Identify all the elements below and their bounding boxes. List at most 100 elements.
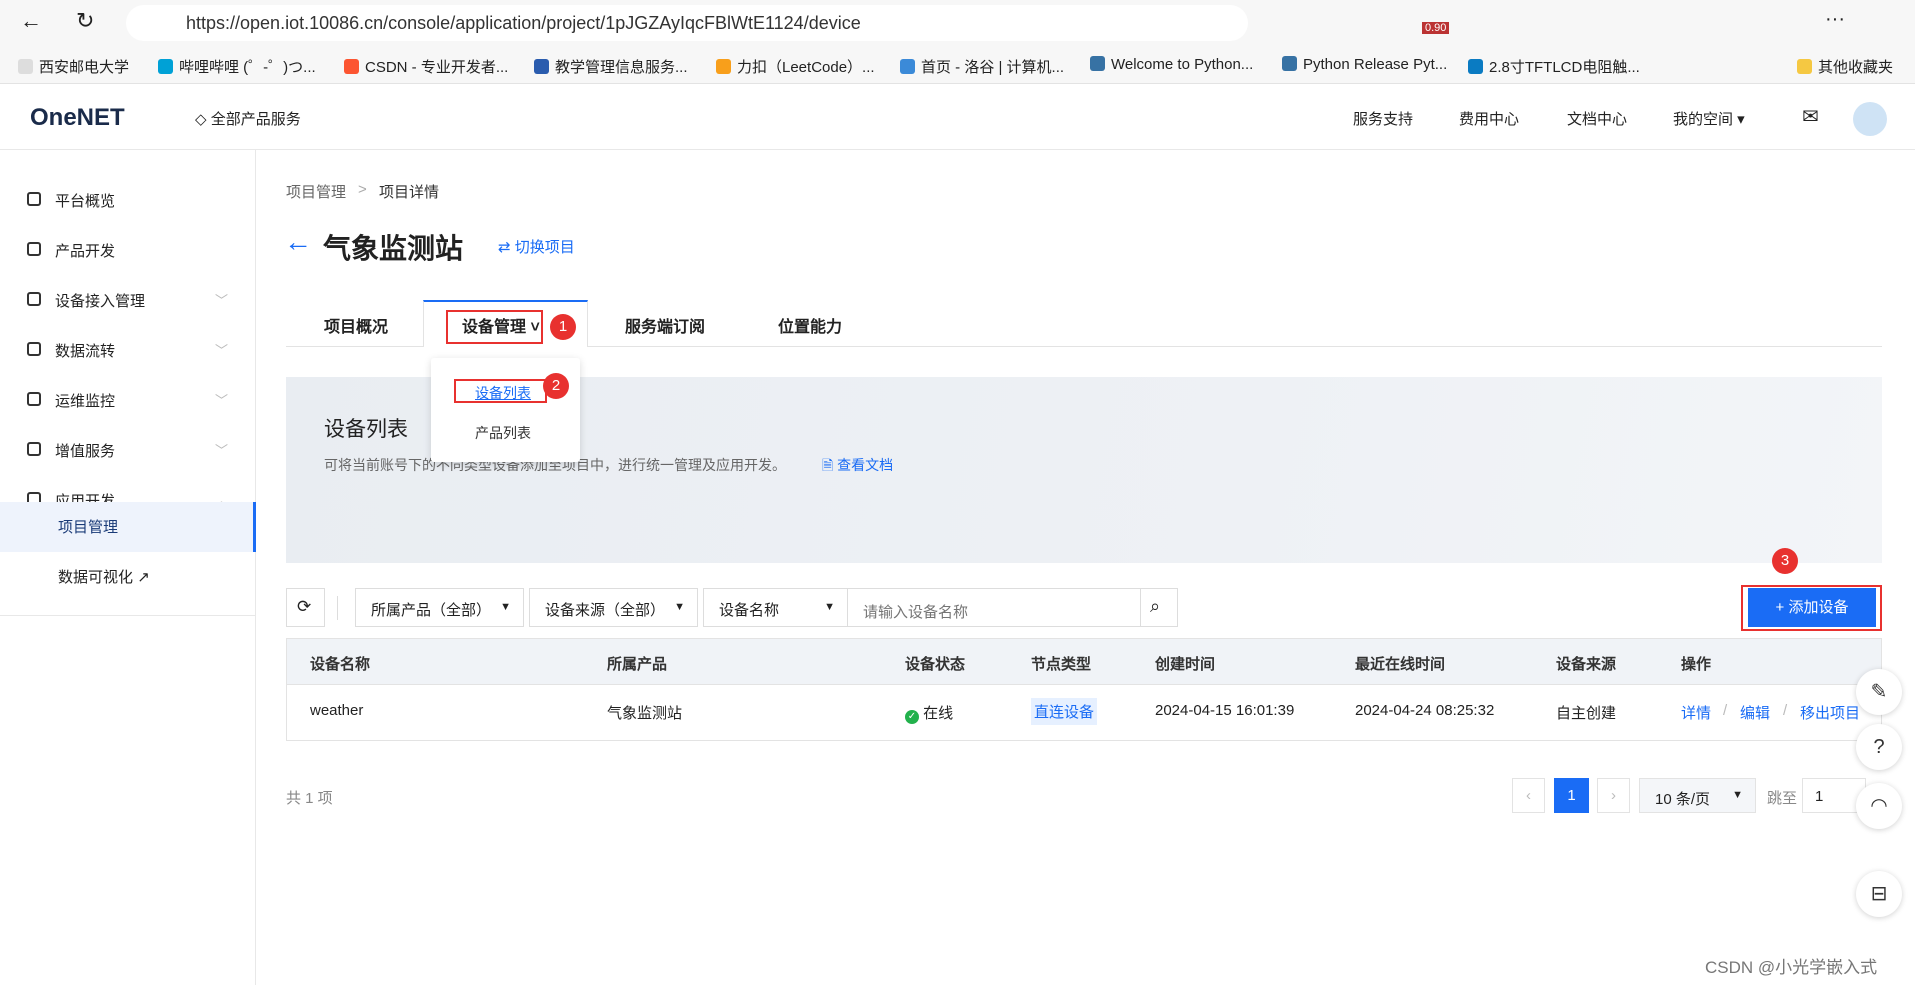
divider bbox=[0, 615, 256, 616]
watermark: CSDN @小光学嵌入式 bbox=[1705, 958, 1878, 977]
flow-icon bbox=[27, 342, 41, 356]
nav-docs[interactable]: 文档中心 bbox=[1567, 108, 1627, 129]
tab-subscription[interactable]: 服务端订阅 bbox=[625, 313, 705, 337]
switch-project-link[interactable]: ⇄ 切换项目 bbox=[498, 236, 575, 257]
breadcrumb-item[interactable]: 项目管理 bbox=[286, 181, 346, 202]
menu-item-product-list[interactable]: 产品列表 bbox=[475, 423, 531, 443]
feedback-edit-button[interactable]: ✎ bbox=[1856, 669, 1902, 715]
divider bbox=[337, 596, 338, 620]
overview-icon bbox=[27, 192, 41, 206]
address-bar[interactable]: https://open.iot.10086.cn/console/applic… bbox=[126, 5, 1248, 41]
column-header: 设备来源 bbox=[1556, 656, 1617, 673]
separator: / bbox=[1783, 702, 1788, 719]
annotation-badge: 1 bbox=[550, 314, 576, 340]
last-online-cell: 2024-04-24 08:25:32 bbox=[1355, 702, 1495, 719]
column-header: 设备名称 bbox=[310, 656, 371, 673]
column-header: 操作 bbox=[1681, 656, 1712, 673]
nav-my-space[interactable]: 我的空间 ▾ bbox=[1673, 108, 1745, 129]
all-products-menu[interactable]: ◇ 全部产品服务 bbox=[195, 108, 301, 129]
annotation-box bbox=[446, 310, 543, 344]
bookmark[interactable]: Welcome to Python... bbox=[1090, 56, 1253, 73]
bookmark[interactable]: 西安邮电大学 bbox=[18, 56, 129, 77]
mail-icon[interactable]: ✉ bbox=[1802, 104, 1819, 129]
column-header: 最近在线时间 bbox=[1355, 656, 1446, 673]
bookmark[interactable]: 哔哩哔哩 (゜-゜)つ... bbox=[158, 56, 316, 77]
annotation-badge: 3 bbox=[1772, 548, 1798, 574]
send-icon bbox=[27, 442, 41, 456]
refresh-button[interactable]: ⟳ bbox=[286, 588, 325, 627]
help-button[interactable]: ? bbox=[1856, 724, 1902, 770]
refresh-icon[interactable]: ↻ bbox=[76, 8, 94, 34]
external-link-icon: ↗ bbox=[137, 569, 150, 586]
breadcrumb-separator: > bbox=[358, 181, 367, 198]
device-icon bbox=[27, 292, 41, 306]
minus-box-icon: ⊟ bbox=[1870, 883, 1888, 905]
details-link[interactable]: 详情 bbox=[1681, 702, 1711, 723]
edit-icon: ✎ bbox=[1870, 681, 1888, 703]
sidebar-item-data-flow[interactable]: 数据流转 ﹀ bbox=[0, 326, 256, 374]
separator: / bbox=[1723, 702, 1728, 719]
remove-from-project-link[interactable]: 移出项目 bbox=[1800, 702, 1860, 723]
node-type-tag: 直连设备 bbox=[1031, 698, 1098, 725]
bookmark[interactable]: Python Release Pyt... bbox=[1282, 56, 1447, 73]
extension-badge: 0.90 bbox=[1422, 22, 1450, 34]
bookmark[interactable]: CSDN - 专业开发者... bbox=[344, 56, 508, 77]
nav-billing[interactable]: 费用中心 bbox=[1459, 108, 1519, 129]
collapse-button[interactable]: ⊟ bbox=[1856, 871, 1902, 917]
breadcrumb-current: 项目详情 bbox=[379, 184, 440, 201]
page-size-select[interactable]: 10 条/页 ▼ bbox=[1639, 778, 1756, 813]
search-field-select[interactable]: 设备名称 ▼ bbox=[703, 588, 848, 627]
nav-support[interactable]: 服务支持 bbox=[1353, 108, 1413, 129]
browser-toolbar: ← ↻ https://open.iot.10086.cn/console/ap… bbox=[0, 0, 1915, 46]
more-icon[interactable]: ··· bbox=[1825, 8, 1845, 31]
monitor-icon bbox=[27, 392, 41, 406]
cube-icon bbox=[27, 242, 41, 256]
tab-location[interactable]: 位置能力 bbox=[778, 313, 842, 337]
bookmark[interactable]: 力扣（LeetCode）... bbox=[716, 56, 875, 77]
edit-link[interactable]: 编辑 bbox=[1740, 702, 1770, 723]
chevron-down-icon: ﹀ bbox=[214, 443, 228, 458]
total-count: 共 1 项 bbox=[286, 790, 333, 807]
column-header: 节点类型 bbox=[1031, 656, 1092, 673]
prev-page-button[interactable]: ‹ bbox=[1512, 778, 1545, 813]
page-1-button[interactable]: 1 bbox=[1554, 778, 1589, 813]
sidebar-item-value-added[interactable]: 增值服务 ﹀ bbox=[0, 426, 256, 474]
bookmark[interactable]: 2.8寸TFTLCD电阻触... bbox=[1468, 56, 1640, 77]
product-cell: 气象监测站 bbox=[607, 705, 683, 722]
sidebar: 平台概览 产品开发 设备接入管理﹀ 数据流转﹀ 运维监控﹀ 增值服务﹀ 应用开发… bbox=[0, 150, 256, 985]
annotation-badge: 2 bbox=[543, 373, 569, 399]
bookmark-folder[interactable]: 其他收藏夹 bbox=[1797, 56, 1893, 77]
jump-label: 跳至 bbox=[1767, 790, 1798, 807]
annotation-box bbox=[1741, 585, 1882, 631]
sidebar-item-project-management[interactable]: 项目管理 bbox=[0, 502, 256, 552]
app-header: OneNET ◇ 全部产品服务 服务支持 费用中心 文档中心 我的空间 ▾ ✉ bbox=[0, 88, 1915, 150]
bookmarks-bar: 西安邮电大学 哔哩哔哩 (゜-゜)つ... CSDN - 专业开发者... 教学… bbox=[0, 46, 1915, 84]
source-filter-select[interactable]: 设备来源（全部） ▼ bbox=[529, 588, 698, 627]
sidebar-item-monitoring[interactable]: 运维监控 ﹀ bbox=[0, 376, 256, 424]
sidebar-item-data-visualization[interactable]: 数据可视化 ↗ bbox=[0, 552, 256, 600]
bookmark[interactable]: 首页 - 洛谷 | 计算机... bbox=[900, 56, 1064, 77]
sidebar-item-overview[interactable]: 平台概览 bbox=[0, 176, 256, 224]
search-icon: ⌕ bbox=[1150, 596, 1161, 616]
back-arrow-icon[interactable]: ← bbox=[284, 226, 312, 258]
created-time-cell: 2024-04-15 16:01:39 bbox=[1155, 702, 1295, 719]
logo[interactable]: OneNET bbox=[30, 104, 125, 132]
support-button[interactable]: ◠ bbox=[1856, 783, 1902, 829]
tab-overview[interactable]: 项目概况 bbox=[324, 313, 388, 337]
annotation-box bbox=[454, 379, 547, 403]
next-page-button[interactable]: › bbox=[1597, 778, 1630, 813]
search-button[interactable]: ⌕ bbox=[1140, 588, 1178, 627]
view-docs-link[interactable]: 🗎 查看文档 bbox=[822, 455, 893, 479]
device-name-cell: weather bbox=[310, 702, 364, 719]
help-icon: ? bbox=[1873, 736, 1885, 758]
avatar[interactable] bbox=[1853, 102, 1887, 136]
device-name-search-input[interactable] bbox=[847, 588, 1141, 627]
banner-title: 设备列表 bbox=[324, 418, 408, 441]
page-title: 气象监测站 bbox=[323, 233, 464, 264]
bookmark[interactable]: 教学管理信息服务... bbox=[534, 56, 688, 77]
sidebar-item-device-access[interactable]: 设备接入管理 ﹀ bbox=[0, 276, 256, 324]
product-filter-select[interactable]: 所属产品（全部） ▼ bbox=[355, 588, 524, 627]
chevron-down-icon: ﹀ bbox=[214, 343, 228, 358]
back-icon[interactable]: ← bbox=[20, 8, 42, 34]
sidebar-item-product-dev[interactable]: 产品开发 bbox=[0, 226, 256, 274]
